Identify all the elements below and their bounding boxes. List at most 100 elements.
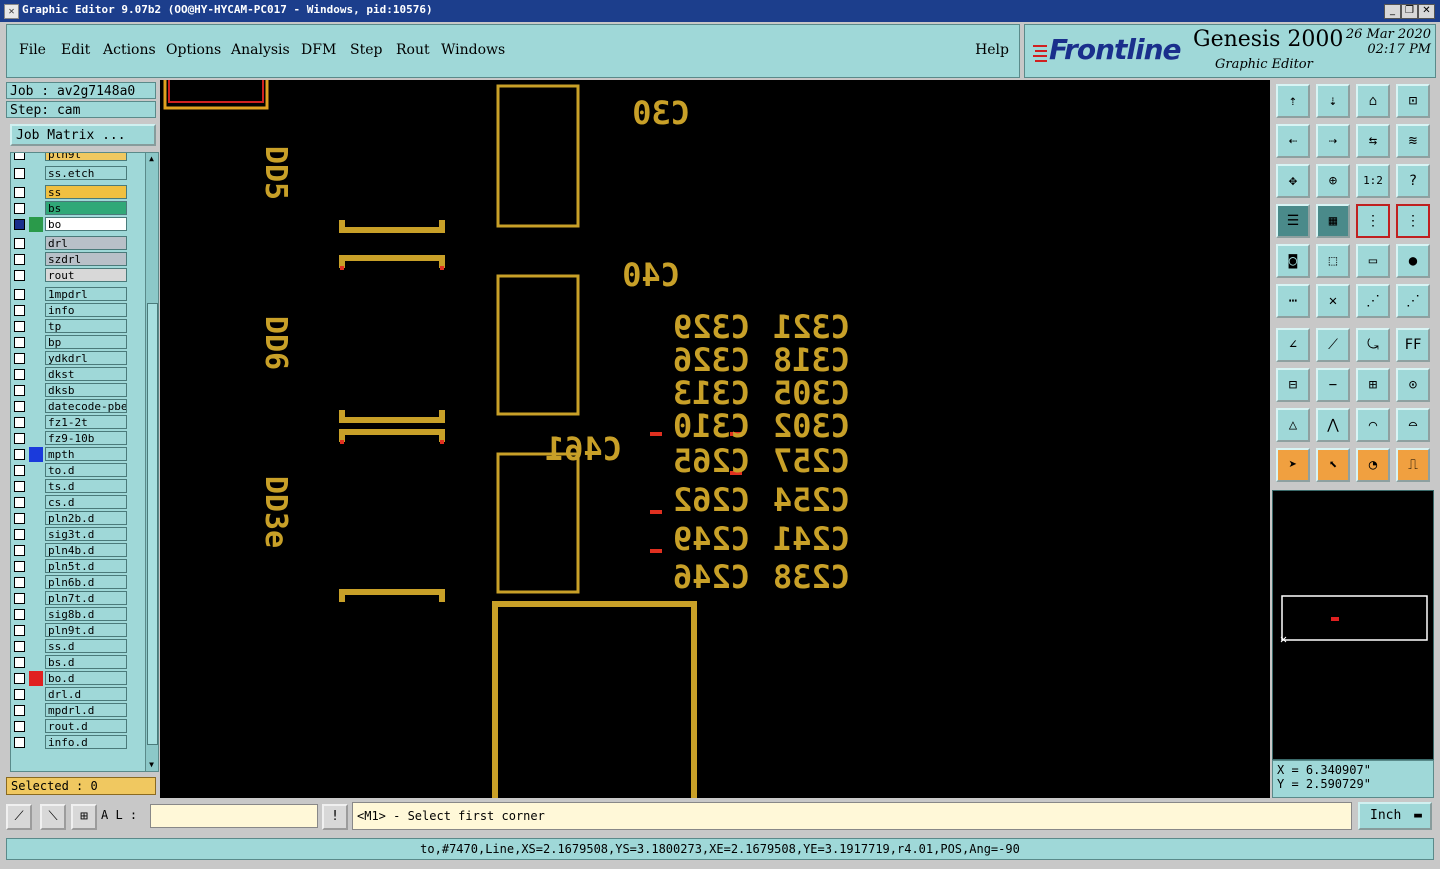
layer-row-1mpdrl[interactable]: 1mpdrl [11,287,145,302]
layer-checkbox[interactable] [14,187,25,198]
fit-icon[interactable]: ✥ [1276,164,1310,198]
layer-checkbox[interactable] [14,321,25,332]
layer-checkbox[interactable] [14,465,25,476]
layer-row-drl[interactable]: drl [11,236,145,251]
app-icon[interactable]: ✕ [4,4,19,19]
layer-checkbox[interactable] [14,337,25,348]
layer-name[interactable]: bo.d [45,671,127,685]
point-red-icon[interactable]: ⋰ [1356,284,1390,318]
layer-row-pln2b.d[interactable]: pln2b.d [11,511,145,526]
circle-icon[interactable]: ● [1396,244,1430,278]
select-box-icon[interactable]: ⬉ [1316,448,1350,482]
minimap[interactable] [1272,490,1434,760]
peak-icon[interactable]: ⋀ [1316,408,1350,442]
menu-actions[interactable]: Actions [103,42,156,58]
arc-icon[interactable]: ⤿ [1356,328,1390,362]
layer-checkbox[interactable] [14,593,25,604]
layer-checkbox[interactable] [14,577,25,588]
ruler-icon[interactable]: ▭ [1356,244,1390,278]
layer-checkbox[interactable] [14,497,25,508]
layer-checkbox[interactable] [14,153,25,160]
layer-checkbox[interactable] [14,689,25,700]
layer-row-szdrl[interactable]: szdrl [11,252,145,267]
layer-checkbox[interactable] [14,625,25,636]
alert-icon[interactable]: ! [322,804,348,830]
layer-row-info[interactable]: info [11,303,145,318]
layer-row-dksb[interactable]: dksb [11,383,145,398]
layer-row-datecode-pbe[interactable]: datecode-pbe [11,399,145,414]
layer-name[interactable]: datecode-pbe [45,399,127,413]
pattern-icon[interactable]: ⊙ [1396,368,1430,402]
line-mode-icon[interactable]: ⟍ [40,804,66,830]
layer-name[interactable]: mpdrl.d [45,703,127,717]
layer-checkbox[interactable] [14,417,25,428]
layer-row-pln6b.d[interactable]: pln6b.d [11,575,145,590]
layer-row-bs.d[interactable]: bs.d [11,655,145,670]
dimension-icon[interactable]: ⊞ [1356,368,1390,402]
layer-row-info.d[interactable]: info.d [11,735,145,750]
layer-name[interactable]: bo [45,217,127,231]
layer-checkbox[interactable] [14,369,25,380]
layer-name[interactable]: ss.etch [45,166,127,180]
layer-row-bs[interactable]: bs [11,201,145,216]
layer-name[interactable]: pln4b.d [45,543,127,557]
layer-color-swatch[interactable] [29,217,43,232]
layer-checkbox[interactable] [14,305,25,316]
layer-name[interactable]: ss.d [45,639,127,653]
layer-row-bo.d[interactable]: bo.d [11,671,145,686]
minimap-view[interactable] [1273,491,1433,759]
menu-rout[interactable]: Rout [396,42,430,58]
layer-checkbox[interactable] [14,219,25,230]
select-arrow-icon[interactable]: ➤ [1276,448,1310,482]
menu-help[interactable]: Help [975,42,1009,58]
layer-row-bp[interactable]: bp [11,335,145,350]
layer-name[interactable]: szdrl [45,252,127,266]
layer-row-dkst[interactable]: dkst [11,367,145,382]
snap-alt-icon[interactable]: ⋮ [1396,204,1430,238]
layer-row-rout.d[interactable]: rout.d [11,719,145,734]
window-icon[interactable]: ⊡ [1396,84,1430,118]
layer-name[interactable]: bs.d [45,655,127,669]
point-blue-icon[interactable]: ⋰ [1396,284,1430,318]
layer-checkbox[interactable] [14,401,25,412]
measure-shape-icon[interactable]: ⬚ [1316,244,1350,278]
layer-name[interactable]: sig3t.d [45,527,127,541]
menu-windows[interactable]: Windows [441,42,505,58]
layer-name[interactable]: cs.d [45,495,127,509]
layer-checkbox[interactable] [14,705,25,716]
layer-row-rout[interactable]: rout [11,268,145,283]
menu-edit[interactable]: Edit [61,42,90,58]
layer-checkbox[interactable] [14,353,25,364]
layer-name[interactable]: info [45,303,127,317]
pad-icon[interactable]: ◙ [1276,244,1310,278]
graphic-canvas[interactable]: DD5 DD6 DD3e C30 C40 C461 C329 C321 C326 C318 C313… [160,80,1270,798]
maximize-button[interactable]: ❐ [1401,4,1418,19]
layer-name[interactable]: dksb [45,383,127,397]
layer-row-sig8b.d[interactable]: sig8b.d [11,607,145,622]
layer-name[interactable]: pln9t [45,153,127,161]
minimize-button[interactable]: _ [1384,4,1401,19]
help-icon[interactable]: ? [1396,164,1430,198]
layer-name[interactable]: mpth [45,447,127,461]
scroll-up-icon[interactable]: ▲ [147,155,156,163]
scrollbar-thumb[interactable] [147,303,158,745]
layer-name[interactable]: ydkdrl [45,351,127,365]
select-circle-icon[interactable]: ◔ [1356,448,1390,482]
layer-checkbox[interactable] [14,529,25,540]
layer-name[interactable]: info.d [45,735,127,749]
minus-icon[interactable]: − [1316,368,1350,402]
layer-row-mpdrl.d[interactable]: mpdrl.d [11,703,145,718]
layer-row-fz9-10b[interactable]: fz9-10b [11,431,145,446]
layer-name[interactable]: to.d [45,463,127,477]
layer-checkbox[interactable] [14,449,25,460]
grid-icon[interactable]: ▦ [1316,204,1350,238]
layer-name[interactable]: rout.d [45,719,127,733]
layer-checkbox[interactable] [14,270,25,281]
settings-icon[interactable]: ☰ [1276,204,1310,238]
layer-row-pln4b.d[interactable]: pln4b.d [11,543,145,558]
layer-name[interactable]: pln9t.d [45,623,127,637]
layer-name[interactable]: fz1-2t [45,415,127,429]
layer-row-pln5t.d[interactable]: pln5t.d [11,559,145,574]
layer-checkbox[interactable] [14,673,25,684]
layer-name[interactable]: rout [45,268,127,282]
